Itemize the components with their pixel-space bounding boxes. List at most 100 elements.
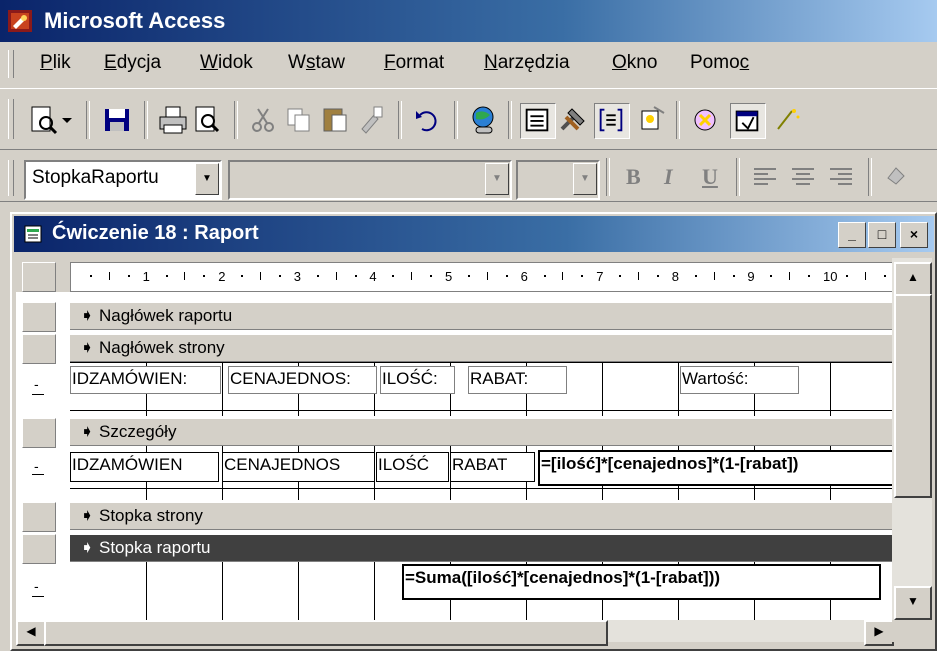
textbox-cenajednos[interactable]: CENAJEDNOS	[222, 452, 375, 482]
copy-icon[interactable]	[282, 103, 316, 137]
toolbar-separator	[234, 101, 238, 139]
textbox-rabat[interactable]: RABAT	[450, 452, 535, 482]
label-rabat[interactable]: RABAT:	[468, 366, 567, 394]
textbox-sum-expression[interactable]: =Suma([ilość]*[cenajednos]*(1-[rabat]))	[402, 564, 881, 600]
band-pointer-icon: ➧	[80, 422, 95, 441]
textbox-ilosc[interactable]: ILOŚĆ	[376, 452, 449, 482]
menu-format[interactable]: Format	[384, 52, 444, 74]
toolbar-grip[interactable]	[8, 99, 14, 139]
scroll-down-button[interactable]: ▼	[894, 586, 932, 620]
scroll-thumb[interactable]	[894, 294, 932, 498]
paste-icon[interactable]	[318, 103, 352, 137]
menu-pomoc[interactable]: Pomoc	[690, 52, 749, 74]
horizontal-scrollbar[interactable]: ◀ ▶	[16, 620, 894, 646]
detail-selector[interactable]	[22, 418, 56, 448]
report-window-title-bar[interactable]: Ćwiczenie 18 : Raport _ □ ×	[14, 216, 934, 252]
report-footer-row-selector[interactable]: -	[22, 566, 54, 616]
ruler-tick	[486, 272, 488, 280]
label-ilosc[interactable]: ILOŚĆ:	[380, 366, 455, 394]
report-selector[interactable]	[22, 262, 56, 292]
font-size-combo[interactable]: ▼	[516, 160, 600, 200]
format-painter-icon[interactable]	[354, 103, 388, 137]
code-icon[interactable]	[688, 103, 722, 137]
ruler-number: 7	[596, 269, 604, 284]
dropdown-arrow-icon[interactable]	[58, 103, 76, 137]
menubar-grip[interactable]	[8, 50, 14, 78]
ruler-tick	[411, 272, 413, 280]
report-footer-label: Stopka raportu	[98, 538, 211, 557]
app-title-bar[interactable]: Microsoft Access	[0, 0, 937, 42]
vertical-scrollbar[interactable]: ▲ ▼	[892, 258, 932, 620]
formatbar-grip[interactable]	[8, 160, 14, 196]
save-icon[interactable]	[100, 103, 134, 137]
print-icon[interactable]	[156, 103, 190, 137]
label-wartosc[interactable]: Wartość:	[680, 366, 799, 394]
report-view-icon[interactable]	[26, 103, 60, 137]
page-header-band[interactable]: ➧ Nagłówek strony	[70, 334, 892, 362]
page-footer-selector[interactable]	[22, 502, 56, 532]
cut-icon[interactable]	[246, 103, 280, 137]
toolbox-icon[interactable]	[556, 103, 590, 137]
ruler-dot	[127, 275, 130, 277]
ruler-tick	[864, 272, 866, 280]
menu-widok[interactable]: Widok	[200, 52, 253, 74]
menu-okno[interactable]: Okno	[612, 52, 657, 74]
page-header-row-selector[interactable]: -	[22, 366, 54, 408]
report-footer-selector[interactable]	[22, 534, 56, 564]
horizontal-scroll-thumb[interactable]	[44, 620, 608, 646]
ruler-tick	[335, 272, 337, 280]
report-footer-section[interactable]: =Suma([ilość]*[cenajednos]*(1-[rabat]))	[70, 562, 892, 620]
detail-row-selector[interactable]: -	[22, 450, 54, 492]
textbox-wartosc-expression[interactable]: =[ilość]*[cenajednos]*(1-[rabat])	[538, 450, 892, 486]
chevron-down-icon[interactable]: ▼	[485, 163, 509, 195]
autoformat-icon[interactable]	[634, 103, 668, 137]
object-select-combo[interactable]: StopkaRaportu ▼	[24, 160, 222, 200]
properties-icon[interactable]	[730, 103, 766, 139]
align-center-icon[interactable]	[790, 166, 816, 188]
detail-section[interactable]: IDZAMÓWIEN CENAJEDNOS ILOŚĆ RABAT =[iloś…	[70, 446, 892, 500]
insert-hyperlink-icon[interactable]	[466, 103, 500, 137]
scroll-up-button[interactable]: ▲	[894, 262, 932, 296]
ruler-dot	[581, 275, 584, 277]
object-select-value: StopkaRaportu	[32, 167, 159, 188]
close-button[interactable]: ×	[900, 222, 928, 248]
ruler-number: 4	[369, 269, 377, 284]
label-idzamowien[interactable]: IDZAMÓWIEN:	[70, 366, 221, 394]
page-header-selector[interactable]	[22, 334, 56, 364]
fill-color-icon[interactable]	[880, 162, 910, 192]
italic-button[interactable]: I	[664, 164, 673, 190]
undo-icon[interactable]	[410, 103, 444, 137]
report-header-band[interactable]: ➧ Nagłówek raportu	[70, 302, 892, 330]
menu-plik[interactable]: Plik	[40, 52, 71, 74]
report-header-selector[interactable]	[22, 302, 56, 332]
ruler-dot	[316, 275, 319, 277]
build-icon[interactable]	[770, 103, 804, 137]
field-list-icon[interactable]	[520, 103, 556, 139]
scroll-left-button[interactable]: ◀	[16, 620, 46, 646]
ruler-dot	[354, 275, 357, 277]
menu-edycja[interactable]: Edycja	[104, 52, 161, 74]
ruler-tick	[789, 272, 791, 280]
menu-narzedzia[interactable]: Narzędzia	[484, 52, 570, 74]
ruler-dot	[89, 275, 92, 277]
chevron-down-icon[interactable]: ▼	[573, 163, 597, 195]
label-cenajednos[interactable]: CENAJEDNOS:	[228, 366, 377, 394]
minimize-button[interactable]: _	[838, 222, 866, 248]
menu-wstaw[interactable]: Wstaw	[288, 52, 345, 74]
detail-band[interactable]: ➧ Szczegóły	[70, 418, 892, 446]
align-right-icon[interactable]	[828, 166, 854, 188]
print-preview-icon[interactable]	[190, 103, 224, 137]
textbox-idzamowien[interactable]: IDZAMÓWIEN	[70, 452, 219, 482]
sorting-grouping-icon[interactable]	[594, 103, 630, 139]
underline-button[interactable]: U	[702, 164, 718, 190]
chevron-down-icon[interactable]: ▼	[195, 163, 219, 195]
page-footer-band[interactable]: ➧ Stopka strony	[70, 502, 892, 530]
align-left-icon[interactable]	[752, 166, 778, 188]
report-footer-band[interactable]: ➧ Stopka raportu	[70, 534, 892, 562]
font-name-combo[interactable]: ▼	[228, 160, 512, 200]
ruler-scale[interactable]: 1234567891011	[70, 262, 912, 292]
page-header-section[interactable]: IDZAMÓWIEN: CENAJEDNOS: ILOŚĆ: RABAT: Wa…	[70, 362, 892, 416]
maximize-button[interactable]: □	[868, 222, 896, 248]
bold-button[interactable]: B	[626, 164, 641, 190]
scroll-right-button[interactable]: ▶	[864, 620, 894, 646]
